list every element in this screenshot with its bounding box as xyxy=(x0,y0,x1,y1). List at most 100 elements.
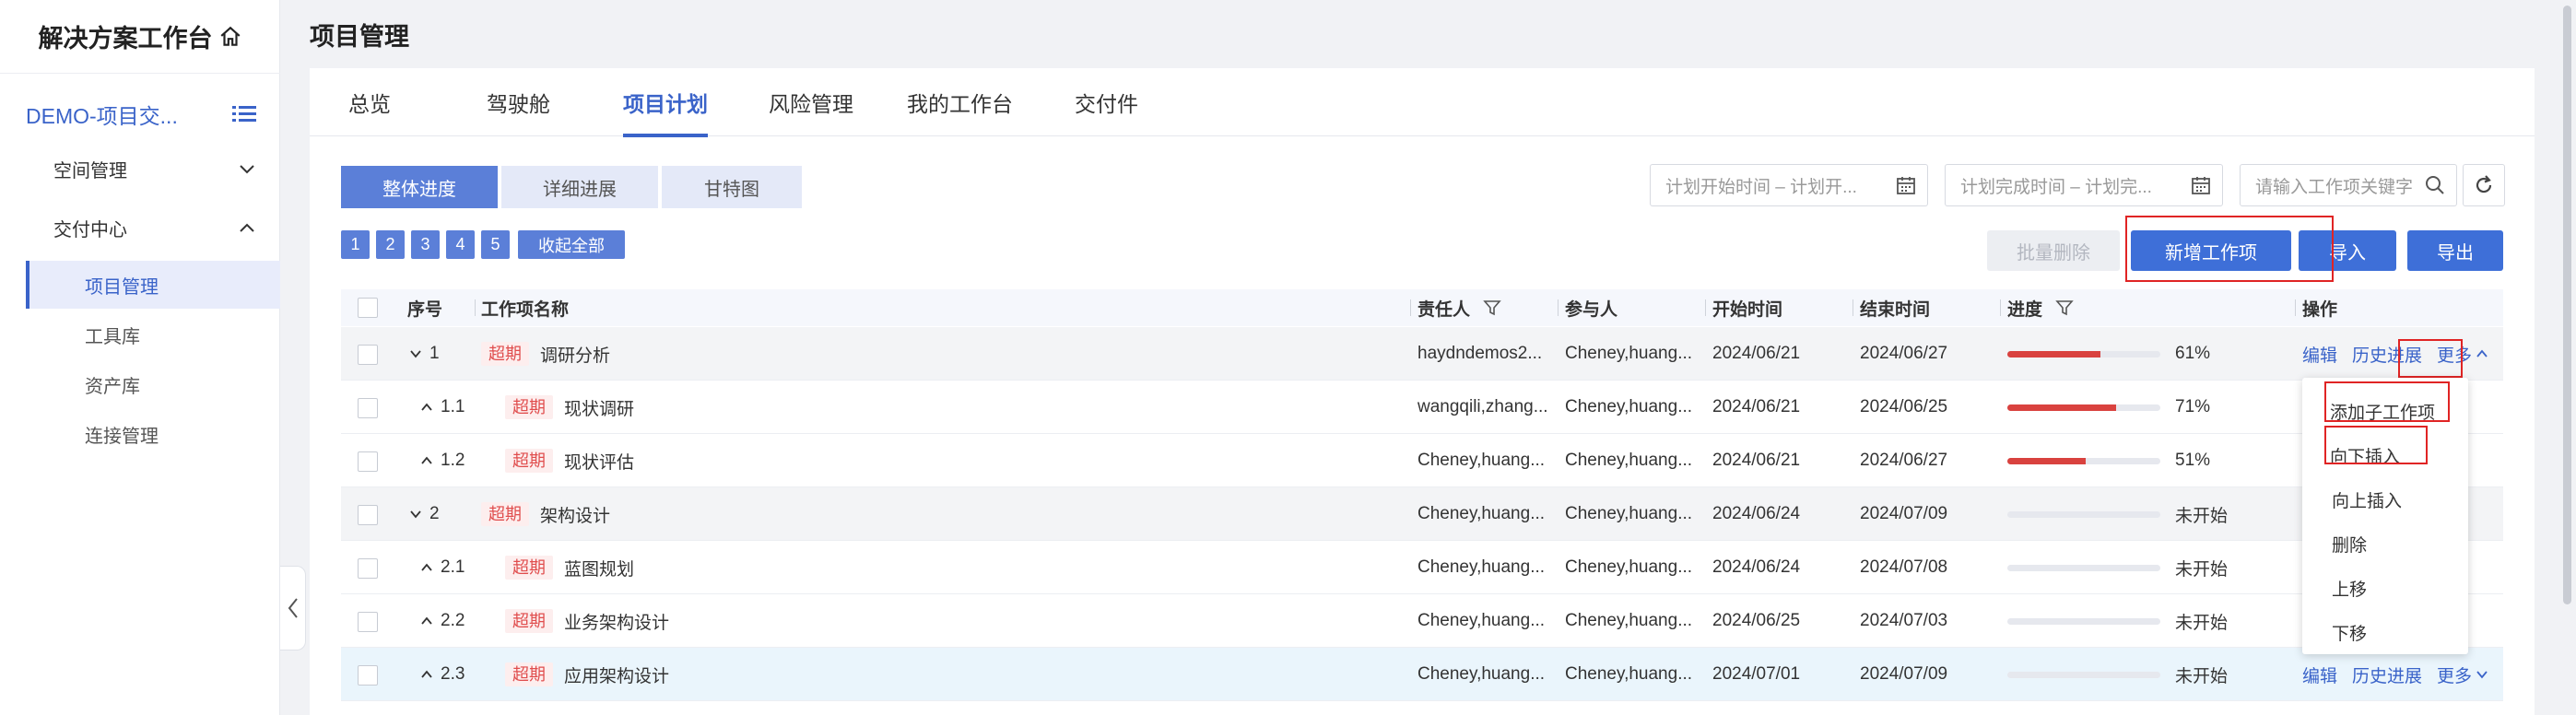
select-all-checkbox[interactable] xyxy=(358,298,378,318)
sidebar-group-space[interactable]: 空间管理 xyxy=(53,150,256,187)
batch-delete-button[interactable]: 批量删除 xyxy=(1987,230,2120,271)
row-end: 2024/07/08 xyxy=(1860,557,1948,577)
progress-text: 未开始 xyxy=(2175,666,2229,686)
row-checkbox[interactable] xyxy=(358,665,378,686)
chevron-up-icon[interactable] xyxy=(420,563,433,572)
tab-cockpit[interactable]: 驾驶舱 xyxy=(487,68,550,136)
column-divider xyxy=(2295,299,2296,316)
row-name-text: 调研分析 xyxy=(540,346,611,366)
collapse-all-button[interactable]: 收起全部 xyxy=(518,230,625,259)
menu-move-down[interactable]: 下移 xyxy=(2332,614,2367,651)
plan-end-date-range[interactable]: 计划完成时间 – 计划完... xyxy=(1945,164,2223,206)
view-overall-progress[interactable]: 整体进度 xyxy=(341,166,498,208)
row-seq-text: 2 xyxy=(429,504,440,523)
row-seq: 1.1 xyxy=(420,381,465,434)
row-seq-text: 1 xyxy=(429,344,440,363)
workbench-title: 解决方案工作台 xyxy=(0,0,280,74)
menu-add-child-item[interactable]: 添加子工作项 xyxy=(2330,393,2435,429)
search-icon[interactable] xyxy=(2425,175,2445,195)
level-3-button[interactable]: 3 xyxy=(411,230,440,259)
filter-icon[interactable] xyxy=(1483,299,1501,317)
overdue-badge: 超期 xyxy=(505,395,553,419)
level-1-button[interactable]: 1 xyxy=(341,230,370,259)
sidebar-item-tools[interactable]: 工具库 xyxy=(26,311,280,358)
chevron-up-icon[interactable] xyxy=(420,456,433,465)
project-selector[interactable]: DEMO-项目交... xyxy=(26,96,256,133)
main-card: 总览 驾驶舱 项目计划 风险管理 我的工作台 交付件 整体进度 详细进展 甘特图… xyxy=(310,68,2535,715)
row-seq: 1.2 xyxy=(420,434,465,487)
import-button[interactable]: 导入 xyxy=(2299,230,2396,271)
column-divider xyxy=(1558,299,1559,316)
calendar-icon xyxy=(2192,177,2210,194)
refresh-button[interactable] xyxy=(2463,164,2505,206)
filter-icon[interactable] xyxy=(2055,299,2074,317)
more-link[interactable]: 更多 xyxy=(2437,662,2488,687)
row-start: 2024/06/21 xyxy=(1712,344,1801,363)
row-start: 2024/06/25 xyxy=(1712,611,1801,630)
keyword-search-input[interactable]: 请输入工作项关键字 xyxy=(2240,164,2457,206)
edit-link[interactable]: 编辑 xyxy=(2302,662,2337,687)
level-2-button[interactable]: 2 xyxy=(376,230,405,259)
tab-overview[interactable]: 总览 xyxy=(348,68,391,136)
add-work-item-button[interactable]: 新增工作项 xyxy=(2131,230,2291,271)
export-button[interactable]: 导出 xyxy=(2407,230,2503,271)
menu-delete[interactable]: 删除 xyxy=(2332,525,2367,562)
header-owner: 责任人 xyxy=(1417,289,1501,326)
row-name-text: 现状调研 xyxy=(564,399,635,419)
sidebar-item-connections[interactable]: 连接管理 xyxy=(26,410,280,458)
vertical-scrollbar[interactable] xyxy=(2558,0,2576,715)
menu-insert-above[interactable]: 向上插入 xyxy=(2332,481,2402,518)
menu-move-up[interactable]: 上移 xyxy=(2332,569,2367,606)
chevron-down-icon[interactable] xyxy=(409,349,422,358)
chevron-up-icon[interactable] xyxy=(420,616,433,626)
row-checkbox[interactable] xyxy=(358,345,378,365)
more-link[interactable]: 更多 xyxy=(2437,342,2488,367)
row-start: 2024/06/21 xyxy=(1712,451,1801,470)
row-participants: Cheney,huang... xyxy=(1565,451,1693,470)
sidebar-item-project-management[interactable]: 项目管理 xyxy=(26,261,280,309)
chevron-down-icon[interactable] xyxy=(409,510,422,519)
sidebar: 解决方案工作台 DEMO-项目交... 空间管理 交付中心 项目管理 工具库 资… xyxy=(0,0,280,715)
row-seq: 2 xyxy=(409,487,440,541)
row-checkbox[interactable] xyxy=(358,398,378,418)
sidebar-collapse-handle[interactable] xyxy=(280,566,306,651)
list-icon[interactable] xyxy=(232,104,256,124)
row-name: 超期 架构设计 xyxy=(481,487,610,541)
tab-my-workbench[interactable]: 我的工作台 xyxy=(907,68,1013,136)
chevron-up-icon[interactable] xyxy=(420,670,433,679)
tab-project-plan[interactable]: 项目计划 xyxy=(623,68,708,137)
view-gantt[interactable]: 甘特图 xyxy=(662,166,802,208)
keyword-placeholder: 请输入工作项关键字 xyxy=(2255,177,2414,197)
row-start: 2024/06/24 xyxy=(1712,557,1801,577)
scrollbar-thumb[interactable] xyxy=(2563,6,2571,604)
sidebar-group-delivery[interactable]: 交付中心 xyxy=(53,209,256,246)
history-link[interactable]: 历史进展 xyxy=(2352,662,2422,687)
tab-deliverables[interactable]: 交付件 xyxy=(1075,68,1138,136)
row-name-text: 现状评估 xyxy=(564,452,635,473)
row-ops: 编辑 历史进展 更多 xyxy=(2302,648,2488,701)
progress-text: 未开始 xyxy=(2175,613,2229,633)
row-checkbox[interactable] xyxy=(358,558,378,579)
row-checkbox[interactable] xyxy=(358,612,378,632)
home-icon[interactable] xyxy=(218,25,242,49)
row-participants: Cheney,huang... xyxy=(1565,397,1693,416)
row-checkbox[interactable] xyxy=(358,505,378,525)
level-4-button[interactable]: 4 xyxy=(446,230,475,259)
history-link[interactable]: 历史进展 xyxy=(2352,342,2422,367)
row-owner: Cheney,huang... xyxy=(1417,504,1546,523)
header-end: 结束时间 xyxy=(1860,299,1931,320)
sidebar-item-label: 项目管理 xyxy=(85,276,159,298)
level-5-button[interactable]: 5 xyxy=(481,230,510,259)
sidebar-item-assets[interactable]: 资产库 xyxy=(26,360,280,408)
sidebar-group-label: 空间管理 xyxy=(53,160,127,182)
edit-link[interactable]: 编辑 xyxy=(2302,342,2337,367)
chevron-up-icon xyxy=(2476,349,2488,358)
plan-start-date-range[interactable]: 计划开始时间 – 计划开... xyxy=(1650,164,1928,206)
menu-insert-below[interactable]: 向下插入 xyxy=(2330,437,2400,474)
chevron-up-icon[interactable] xyxy=(420,403,433,412)
view-detailed-progress[interactable]: 详细进展 xyxy=(501,166,658,208)
row-start: 2024/06/21 xyxy=(1712,397,1801,416)
tab-risk[interactable]: 风险管理 xyxy=(769,68,853,136)
overdue-badge: 超期 xyxy=(505,449,553,473)
row-checkbox[interactable] xyxy=(358,451,378,472)
